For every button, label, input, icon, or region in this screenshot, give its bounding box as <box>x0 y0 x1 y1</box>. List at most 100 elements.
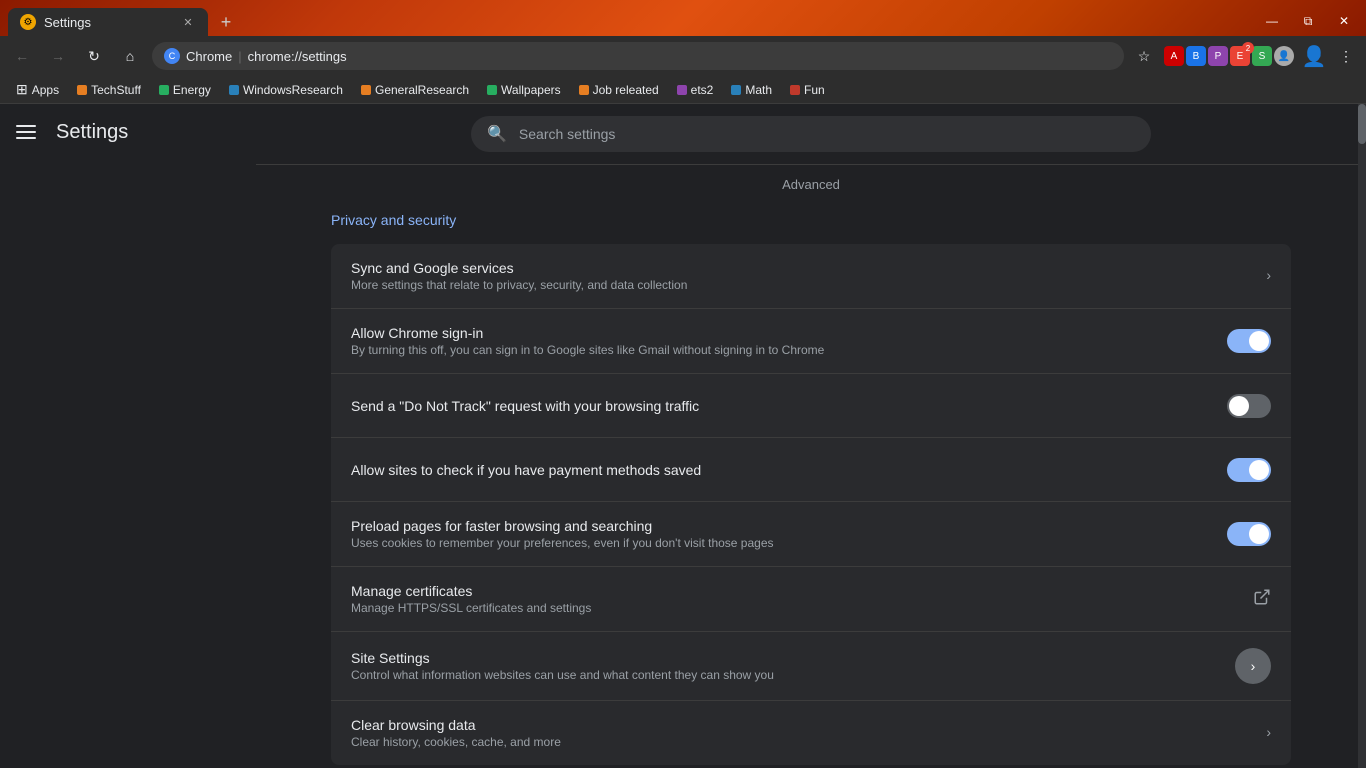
ext-profile-icon[interactable]: 👤 <box>1274 46 1294 66</box>
certs-item-title: Manage certificates <box>351 583 1237 599</box>
bookmark-star-button[interactable]: ☆ <box>1132 44 1156 68</box>
chrome-signin-item[interactable]: Allow Chrome sign-in By turning this off… <box>331 309 1291 374</box>
extensions-area: A B P E2 S 👤 <box>1164 46 1294 66</box>
preload-item-title: Preload pages for faster browsing and se… <box>351 518 1211 534</box>
preload-pages-item[interactable]: Preload pages for faster browsing and se… <box>331 502 1291 567</box>
search-bar: 🔍 <box>471 116 1151 152</box>
bookmark-wallpapers[interactable]: Wallpapers <box>479 81 569 99</box>
bookmark-job-label: Job releated <box>593 83 659 97</box>
sync-item-desc: More settings that relate to privacy, se… <box>351 278 1250 292</box>
search-input[interactable] <box>519 126 1135 142</box>
bookmark-job-icon <box>579 85 589 95</box>
window-controls: — ⧉ ✕ <box>1258 7 1358 35</box>
clear-chevron-icon: › <box>1266 724 1271 740</box>
menu-line-2 <box>16 131 36 133</box>
bookmark-wallpapers-icon <box>487 85 497 95</box>
ext-p-icon[interactable]: P <box>1208 46 1228 66</box>
bookmark-ets2[interactable]: ets2 <box>669 81 722 99</box>
scrollbar-thumb[interactable] <box>1358 104 1366 144</box>
sync-item-text: Sync and Google services More settings t… <box>351 260 1250 292</box>
bookmark-math-label: Math <box>745 83 772 97</box>
bookmark-techstuff-label: TechStuff <box>91 83 141 97</box>
refresh-button[interactable]: ↻ <box>80 42 108 70</box>
browser-tab[interactable]: ⚙ Settings ✕ <box>8 8 208 36</box>
bookmark-ets2-label: ets2 <box>691 83 714 97</box>
site-settings-item[interactable]: Site Settings Control what information w… <box>331 632 1291 701</box>
payment-toggle-control[interactable] <box>1227 458 1271 482</box>
settings-title: Settings <box>56 121 128 144</box>
tab-close-button[interactable]: ✕ <box>180 14 196 30</box>
external-link-icon <box>1253 593 1271 610</box>
close-button[interactable]: ✕ <box>1330 7 1358 35</box>
sidebar-menu-icon[interactable] <box>16 120 40 144</box>
bookmarks-bar: ⊞ Apps TechStuff Energy WindowsResearch … <box>0 76 1366 104</box>
site-settings-circle-arrow[interactable]: › <box>1235 648 1271 684</box>
settings-main: 🔍 Advanced Privacy and security Sync and… <box>256 104 1366 768</box>
bookmark-jobreleated[interactable]: Job releated <box>571 81 667 99</box>
ext-e-icon[interactable]: E2 <box>1230 46 1250 66</box>
preload-item-desc: Uses cookies to remember your preference… <box>351 536 1211 550</box>
ext-b-icon[interactable]: B <box>1186 46 1206 66</box>
bookmark-generalresearch[interactable]: GeneralResearch <box>353 81 477 99</box>
do-not-track-item[interactable]: Send a "Do Not Track" request with your … <box>331 374 1291 438</box>
signin-item-title: Allow Chrome sign-in <box>351 325 1211 341</box>
preload-toggle-control[interactable] <box>1227 522 1271 546</box>
new-tab-button[interactable]: + <box>212 8 240 36</box>
profile-button[interactable]: 👤 <box>1302 44 1326 68</box>
site-item-text: Site Settings Control what information w… <box>351 650 1219 682</box>
clear-item-desc: Clear history, cookies, cache, and more <box>351 735 1250 749</box>
bookmark-wallpapers-label: Wallpapers <box>501 83 561 97</box>
advanced-divider[interactable]: Advanced <box>331 165 1291 212</box>
dnt-toggle-control[interactable] <box>1227 394 1271 418</box>
bookmark-math[interactable]: Math <box>723 81 780 99</box>
payment-item-title: Allow sites to check if you have payment… <box>351 462 1211 478</box>
preload-toggle-knob <box>1249 524 1269 544</box>
clear-item-text: Clear browsing data Clear history, cooki… <box>351 717 1250 749</box>
ext-adblock-icon[interactable]: A <box>1164 46 1184 66</box>
sync-item-control: › <box>1266 267 1271 285</box>
tab-favicon: ⚙ <box>20 14 36 30</box>
bookmark-windows-icon <box>229 85 239 95</box>
preload-toggle[interactable] <box>1227 522 1271 546</box>
apps-button[interactable]: ⊞ Apps <box>8 79 67 100</box>
bookmark-general-icon <box>361 85 371 95</box>
minimize-button[interactable]: — <box>1258 7 1286 35</box>
settings-content: Advanced Privacy and security Sync and G… <box>291 165 1331 768</box>
manage-certificates-item[interactable]: Manage certificates Manage HTTPS/SSL cer… <box>331 567 1291 632</box>
title-bar: ⚙ Settings ✕ + — ⧉ ✕ <box>0 0 1366 36</box>
privacy-settings-group: Sync and Google services More settings t… <box>331 244 1291 765</box>
url-favicon: C <box>164 48 180 64</box>
home-button[interactable]: ⌂ <box>116 42 144 70</box>
maximize-button[interactable]: ⧉ <box>1294 7 1322 35</box>
site-settings-control[interactable]: › <box>1235 648 1271 684</box>
payment-toggle[interactable] <box>1227 458 1271 482</box>
dnt-toggle[interactable] <box>1227 394 1271 418</box>
signin-toggle-control[interactable] <box>1227 329 1271 353</box>
payment-toggle-knob <box>1249 460 1269 480</box>
bookmark-fun-label: Fun <box>804 83 825 97</box>
ext-s-icon[interactable]: S <box>1252 46 1272 66</box>
url-bar[interactable]: C Chrome | chrome://settings <box>152 42 1124 70</box>
bookmark-windows-label: WindowsResearch <box>243 83 343 97</box>
certs-external-icon <box>1253 588 1271 611</box>
bookmark-fun[interactable]: Fun <box>782 81 833 99</box>
dnt-item-text: Send a "Do Not Track" request with your … <box>351 398 1211 414</box>
certs-item-desc: Manage HTTPS/SSL certificates and settin… <box>351 601 1237 615</box>
payment-methods-item[interactable]: Allow sites to check if you have payment… <box>331 438 1291 502</box>
sync-google-services-item[interactable]: Sync and Google services More settings t… <box>331 244 1291 309</box>
bookmark-techstuff[interactable]: TechStuff <box>69 81 149 99</box>
forward-button[interactable]: → <box>44 42 72 70</box>
clear-item-control: › <box>1266 724 1271 742</box>
scrollbar-track <box>1358 104 1366 768</box>
sidebar-header: Settings <box>0 104 256 160</box>
url-separator: | <box>238 49 241 64</box>
clear-item-title: Clear browsing data <box>351 717 1250 733</box>
clear-browsing-data-item[interactable]: Clear browsing data Clear history, cooki… <box>331 701 1291 765</box>
signin-toggle[interactable] <box>1227 329 1271 353</box>
back-button[interactable]: ← <box>8 42 36 70</box>
bookmark-windowsresearch[interactable]: WindowsResearch <box>221 81 351 99</box>
menu-button[interactable]: ⋮ <box>1334 44 1358 68</box>
bookmark-fun-icon <box>790 85 800 95</box>
bookmark-energy[interactable]: Energy <box>151 81 219 99</box>
signin-item-text: Allow Chrome sign-in By turning this off… <box>351 325 1211 357</box>
